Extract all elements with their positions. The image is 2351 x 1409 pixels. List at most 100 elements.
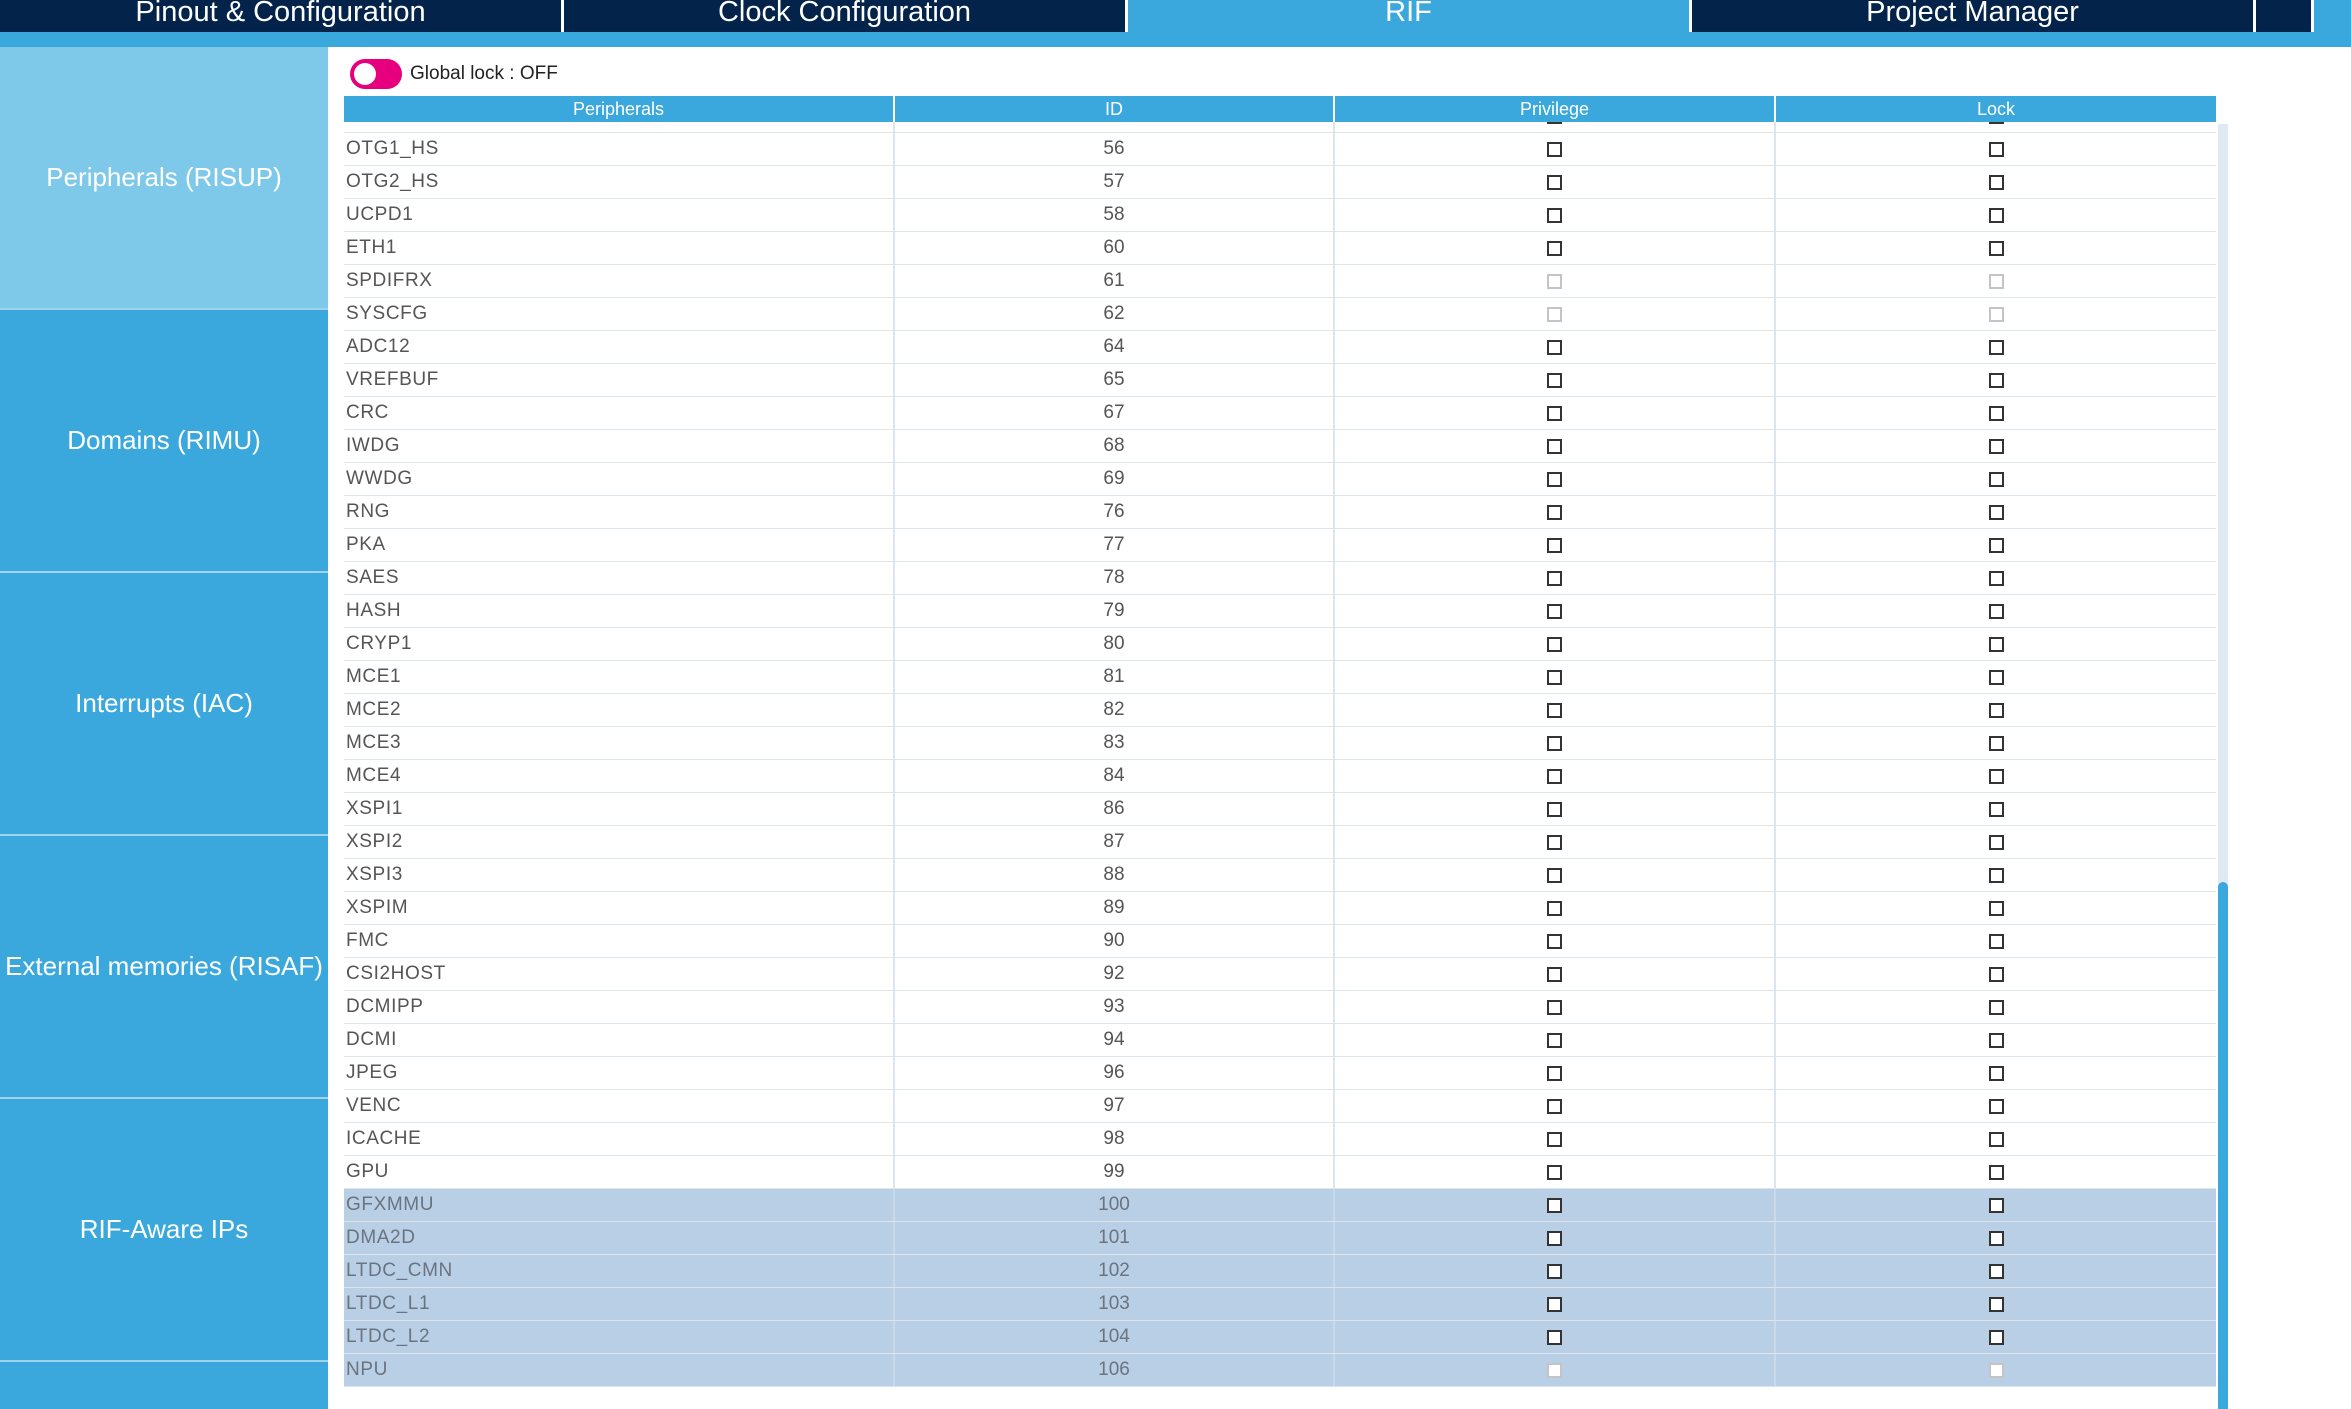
privilege-checkbox[interactable]	[1547, 1131, 1562, 1147]
table-row[interactable]: DMA2D 101	[344, 1222, 2216, 1255]
table-row[interactable]: HASH 79	[344, 595, 2216, 628]
lock-checkbox[interactable]	[1988, 471, 2004, 487]
lock-checkbox[interactable]	[1988, 537, 2004, 553]
table-row[interactable]: PKA 77	[344, 529, 2216, 562]
privilege-checkbox[interactable]	[1547, 1032, 1562, 1048]
table-row[interactable]: XSPI3 88	[344, 859, 2216, 892]
table-row[interactable]: VENC 97	[344, 1090, 2216, 1123]
privilege-checkbox[interactable]	[1547, 174, 1562, 190]
lock-checkbox[interactable]	[1988, 735, 2004, 751]
table-row[interactable]: LTDC_L1 103	[344, 1288, 2216, 1321]
table-row[interactable]: VREFBUF 65	[344, 364, 2216, 397]
lock-checkbox[interactable]	[1988, 504, 2004, 520]
lock-checkbox[interactable]	[1988, 867, 2004, 883]
sidebar-item-external-memories-risaf[interactable]: External memories (RISAF)	[0, 836, 328, 1099]
privilege-checkbox[interactable]	[1547, 240, 1562, 256]
lock-checkbox[interactable]	[1988, 1164, 2004, 1180]
lock-checkbox[interactable]	[1988, 1197, 2004, 1213]
lock-checkbox[interactable]	[1988, 702, 2004, 718]
privilege-checkbox[interactable]	[1547, 207, 1562, 223]
privilege-checkbox[interactable]	[1547, 504, 1562, 520]
privilege-checkbox[interactable]	[1547, 1197, 1562, 1213]
table-row[interactable]: SYSCFG 62	[344, 298, 2216, 331]
privilege-checkbox[interactable]	[1547, 702, 1562, 718]
table-row[interactable]: CRC 67	[344, 397, 2216, 430]
lock-checkbox[interactable]	[1988, 999, 2004, 1015]
privilege-checkbox[interactable]	[1547, 372, 1562, 388]
table-row[interactable]: LTDC_L2 104	[344, 1321, 2216, 1354]
sidebar-item-domains-rimu[interactable]: Domains (RIMU)	[0, 310, 328, 573]
privilege-checkbox[interactable]	[1547, 570, 1562, 586]
lock-checkbox[interactable]	[1988, 1065, 2004, 1081]
privilege-checkbox[interactable]	[1547, 537, 1562, 553]
lock-checkbox[interactable]	[1988, 768, 2004, 784]
lock-checkbox[interactable]	[1988, 933, 2004, 949]
tab-pinout-configuration[interactable]: Pinout & Configuration	[0, 0, 564, 32]
lock-checkbox[interactable]	[1988, 207, 2004, 223]
privilege-checkbox[interactable]	[1547, 122, 1562, 124]
table-row[interactable]: MDIOS55	[344, 122, 2216, 133]
lock-checkbox[interactable]	[1988, 372, 2004, 388]
table-row[interactable]: IWDG 68	[344, 430, 2216, 463]
privilege-checkbox[interactable]	[1547, 603, 1562, 619]
lock-checkbox[interactable]	[1988, 339, 2004, 355]
table-row[interactable]: WWDG 69	[344, 463, 2216, 496]
table-row[interactable]: SPDIFRX 61	[344, 265, 2216, 298]
privilege-checkbox[interactable]	[1547, 867, 1562, 883]
sidebar-item-peripherals-risup[interactable]: Peripherals (RISUP)	[0, 47, 328, 310]
table-row[interactable]: SAES 78	[344, 562, 2216, 595]
table-row[interactable]: MCE2 82	[344, 694, 2216, 727]
lock-checkbox[interactable]	[1988, 1263, 2004, 1279]
sidebar-item-interrupts-iac[interactable]: Interrupts (IAC)	[0, 573, 328, 836]
table-row[interactable]: ADC12 64	[344, 331, 2216, 364]
lock-checkbox[interactable]	[1988, 1098, 2004, 1114]
privilege-checkbox[interactable]	[1547, 768, 1562, 784]
column-header-id[interactable]: ID	[895, 96, 1335, 122]
lock-checkbox[interactable]	[1988, 405, 2004, 421]
lock-checkbox[interactable]	[1988, 1131, 2004, 1147]
lock-checkbox[interactable]	[1988, 1230, 2004, 1246]
sidebar-item-more[interactable]	[0, 1362, 328, 1409]
privilege-checkbox[interactable]	[1547, 339, 1562, 355]
sidebar-item-rif-aware-ips[interactable]: RIF-Aware IPs	[0, 1099, 328, 1362]
lock-checkbox[interactable]	[1988, 669, 2004, 685]
privilege-checkbox[interactable]	[1547, 1230, 1562, 1246]
privilege-checkbox[interactable]	[1547, 999, 1562, 1015]
table-row[interactable]: NPU 106	[344, 1354, 2216, 1387]
table-row[interactable]: CSI2HOST 92	[344, 958, 2216, 991]
table-row[interactable]: XSPIM 89	[344, 892, 2216, 925]
table-row[interactable]: XSPI2 87	[344, 826, 2216, 859]
lock-checkbox[interactable]	[1988, 174, 2004, 190]
table-row[interactable]: MCE4 84	[344, 760, 2216, 793]
privilege-checkbox[interactable]	[1547, 834, 1562, 850]
lock-checkbox[interactable]	[1988, 438, 2004, 454]
lock-checkbox[interactable]	[1988, 240, 2004, 256]
scrollbar-thumb[interactable]	[2218, 882, 2228, 1409]
table-row[interactable]: FMC 90	[344, 925, 2216, 958]
tab-rif[interactable]: RIF	[1128, 0, 1692, 32]
privilege-checkbox[interactable]	[1547, 471, 1562, 487]
lock-checkbox[interactable]	[1988, 900, 2004, 916]
table-row[interactable]: XSPI1 86	[344, 793, 2216, 826]
table-row[interactable]: LTDC_CMN 102	[344, 1255, 2216, 1288]
lock-checkbox[interactable]	[1988, 570, 2004, 586]
table-row[interactable]: RNG 76	[344, 496, 2216, 529]
tab-clock-configuration[interactable]: Clock Configuration	[564, 0, 1128, 32]
privilege-checkbox[interactable]	[1547, 141, 1562, 157]
table-row[interactable]: ICACHE 98	[344, 1123, 2216, 1156]
column-header-peripherals[interactable]: Peripherals	[344, 96, 895, 122]
lock-checkbox[interactable]	[1988, 122, 2004, 124]
table-row[interactable]: CRYP1 80	[344, 628, 2216, 661]
lock-checkbox[interactable]	[1988, 1032, 2004, 1048]
privilege-checkbox[interactable]	[1547, 636, 1562, 652]
table-row[interactable]: UCPD1 58	[344, 199, 2216, 232]
privilege-checkbox[interactable]	[1547, 1263, 1562, 1279]
table-row[interactable]: JPEG 96	[344, 1057, 2216, 1090]
table-row[interactable]: GFXMMU 100	[344, 1189, 2216, 1222]
column-header-privilege[interactable]: Privilege	[1335, 96, 1776, 122]
table-row[interactable]: OTG1_HS 56	[344, 133, 2216, 166]
lock-checkbox[interactable]	[1988, 834, 2004, 850]
privilege-checkbox[interactable]	[1547, 1098, 1562, 1114]
lock-checkbox[interactable]	[1988, 801, 2004, 817]
lock-checkbox[interactable]	[1988, 603, 2004, 619]
